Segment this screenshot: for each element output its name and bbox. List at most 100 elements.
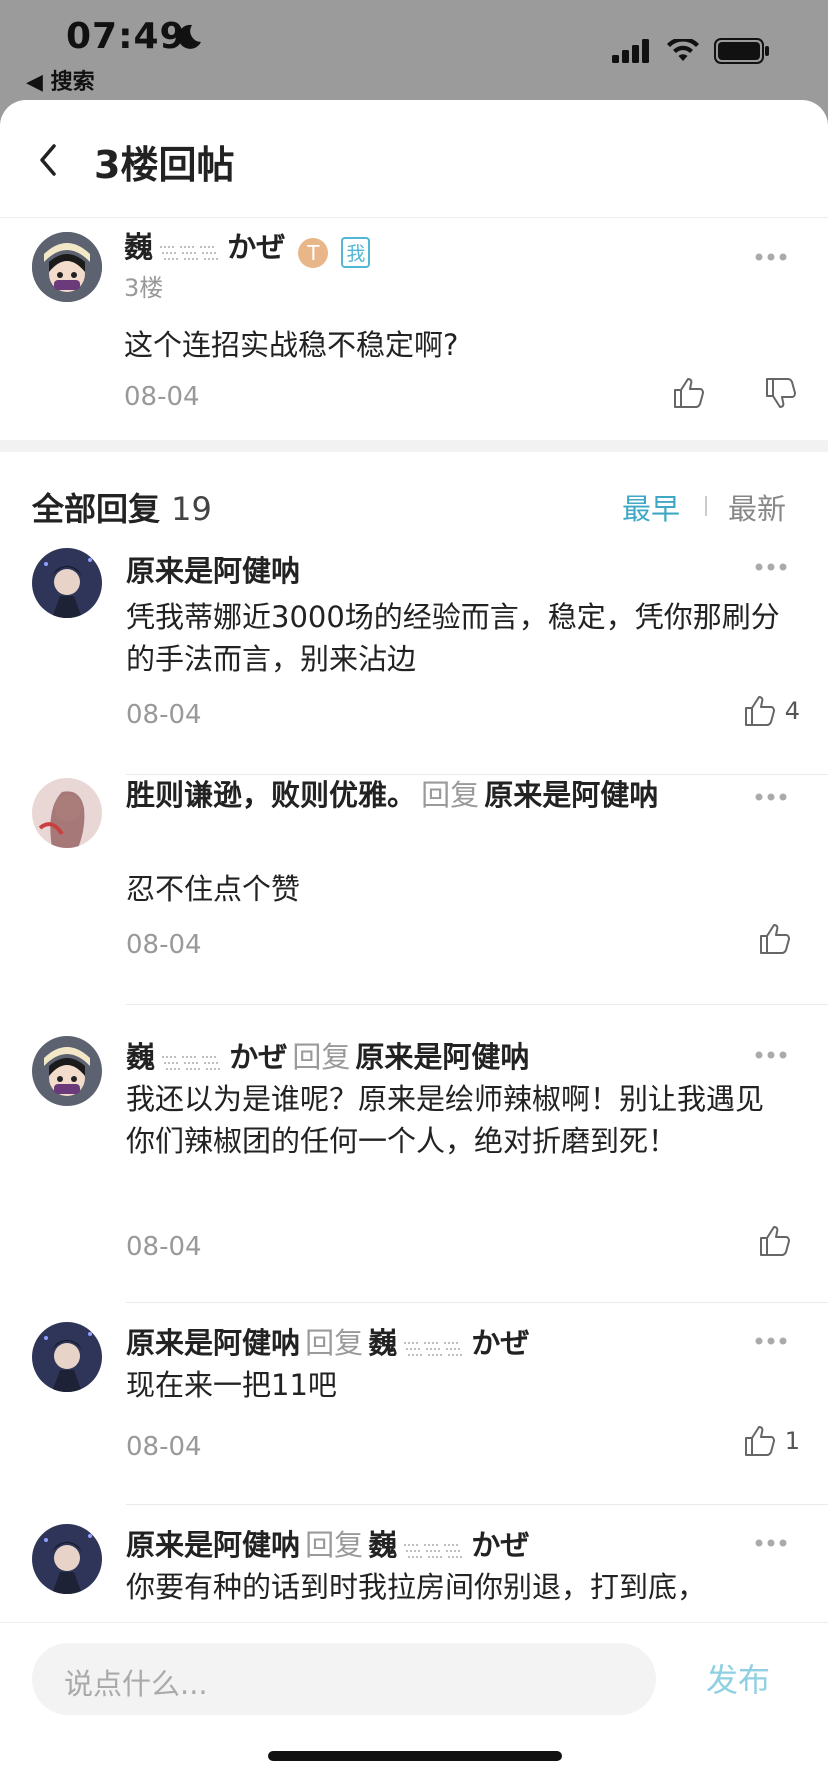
replies-count: 19 xyxy=(171,490,212,528)
post-date: 08-04 xyxy=(124,382,200,412)
reply-item: 原来是阿健呐 回复 巍 かぜ 现在来一把11吧 08-04 1 xyxy=(0,1304,828,1506)
more-options-icon[interactable] xyxy=(754,1050,788,1060)
reply-author-suffix[interactable]: かぜ xyxy=(229,1040,287,1074)
status-time: 07:49 xyxy=(66,16,186,57)
reply-date: 08-04 xyxy=(126,1432,202,1462)
avatar[interactable] xyxy=(32,548,102,618)
reply-divider xyxy=(126,1302,828,1303)
home-indicator[interactable] xyxy=(268,1751,562,1761)
reply-to-name[interactable]: 巍 xyxy=(368,1326,397,1360)
thread-sheet: 3楼回帖 巍 かぜ T 我 3楼 这个连招实战稳不稳定啊? 08-04 全部回复… xyxy=(0,100,828,1792)
thumbs-up-icon xyxy=(760,924,790,954)
reply-divider xyxy=(126,1004,828,1005)
reply-header: 原来是阿健呐 回复 巍 かぜ xyxy=(126,1320,786,1362)
reply-date: 08-04 xyxy=(126,1232,202,1262)
status-indicators xyxy=(612,38,770,64)
original-post: 巍 かぜ T 我 3楼 这个连招实战稳不稳定啊? 08-04 xyxy=(0,218,828,440)
avatar-image xyxy=(32,1322,102,1392)
avatar-image xyxy=(32,1524,102,1594)
reply-to-name[interactable]: 原来是阿健呐 xyxy=(355,1040,529,1074)
author-name[interactable]: 巍 xyxy=(124,230,153,264)
avatar[interactable] xyxy=(32,232,102,302)
author-name-suffix[interactable]: かぜ xyxy=(227,230,285,264)
reply-content: 你要有种的话到时我拉房间你别退，打到底， xyxy=(126,1570,707,1604)
reply-header: 巍 かぜ 回复 原来是阿健呐 xyxy=(126,1034,786,1076)
reply-author[interactable]: 原来是阿健呐 xyxy=(126,1326,300,1360)
replies-title-label: 全部回复 xyxy=(32,490,161,528)
decorative-glyph-icon xyxy=(162,1055,221,1070)
more-options-icon[interactable] xyxy=(754,1538,788,1548)
back-arrow-icon[interactable] xyxy=(34,140,62,180)
reply-content: 凭我蒂娜近3000场的经验而言，稳定，凭你那刷分的手法而言，别来沾边 xyxy=(126,600,780,676)
decorative-glyph-icon xyxy=(404,1543,463,1558)
reply-author[interactable]: 原来是阿健呐 xyxy=(126,1528,300,1562)
reply-date: 08-04 xyxy=(126,700,202,730)
sort-divider xyxy=(705,496,707,516)
avatar[interactable] xyxy=(32,1036,102,1106)
reply-to-label: 回复 xyxy=(305,1528,364,1562)
decorative-glyph-icon xyxy=(404,1341,463,1356)
avatar-image xyxy=(32,1036,102,1106)
reply-divider xyxy=(126,1504,828,1505)
post-content: 这个连招实战稳不稳定啊? xyxy=(124,328,459,362)
wifi-icon xyxy=(667,39,699,61)
comment-composer: 说点什么... 发布 xyxy=(0,1622,828,1792)
avatar-image xyxy=(32,232,102,302)
reply-author[interactable]: 巍 xyxy=(126,1040,155,1074)
reply-to-label: 回复 xyxy=(305,1326,364,1360)
like-button[interactable] xyxy=(758,922,800,956)
like-count: 1 xyxy=(784,1427,800,1455)
replies-header: 全部回复 19 最早 最新 xyxy=(0,452,828,544)
reply-content: 我还以为是谁呢？原来是绘师辣椒啊！别让我遇见你们辣椒团的任何一个人，绝对折磨到死… xyxy=(126,1082,765,1158)
avatar-image xyxy=(32,548,102,618)
thumbs-up-icon[interactable] xyxy=(672,376,706,410)
more-options-icon[interactable] xyxy=(754,1336,788,1346)
reply-header: 原来是阿健呐 回复 巍 かぜ xyxy=(126,1522,786,1564)
reply-to-name-suffix[interactable]: かぜ xyxy=(471,1528,529,1562)
section-separator xyxy=(0,440,828,452)
thumbs-down-icon[interactable] xyxy=(764,376,798,410)
nav-bar: 3楼回帖 xyxy=(0,100,828,218)
level-badge: T xyxy=(298,237,329,268)
sort-latest-tab[interactable]: 最新 xyxy=(728,486,786,528)
avatar[interactable] xyxy=(32,1524,102,1594)
reply-to-name-suffix[interactable]: かぜ xyxy=(471,1326,529,1360)
like-count: 4 xyxy=(784,697,800,725)
more-options-icon[interactable] xyxy=(754,252,788,262)
thumbs-up-icon xyxy=(744,1426,775,1456)
reply-header: 原来是阿健呐 xyxy=(126,548,806,590)
reply-content: 现在来一把11吧 xyxy=(126,1368,337,1402)
battery-icon xyxy=(714,38,769,64)
publish-button[interactable]: 发布 xyxy=(706,1655,770,1701)
status-bar: 07:49 ◀ 搜索 xyxy=(0,0,828,100)
like-button[interactable] xyxy=(758,1224,800,1258)
decorative-glyph-icon xyxy=(160,245,219,260)
page-title: 3楼回帖 xyxy=(94,143,235,187)
like-button[interactable]: 4 xyxy=(743,694,800,728)
reply-to-label: 回复 xyxy=(421,778,480,812)
reply-content: 忍不住点个赞 xyxy=(126,872,301,906)
reply-to-name[interactable]: 巍 xyxy=(368,1528,397,1562)
floor-label: 3楼 xyxy=(124,274,164,302)
reply-author[interactable]: 胜则谦逊，败则优雅。 xyxy=(126,778,416,812)
reply-item: 巍 かぜ 回复 原来是阿健呐 我还以为是谁呢？原来是绘师辣椒啊！别让我遇见你们辣… xyxy=(0,1018,828,1304)
comment-input[interactable]: 说点什么... xyxy=(32,1643,656,1715)
reply-item: 胜则谦逊，败则优雅。 回复 原来是阿健呐 忍不住点个赞 08-04 xyxy=(0,774,828,1018)
avatar-image xyxy=(32,778,102,848)
like-button[interactable]: 1 xyxy=(743,1424,800,1458)
back-to-search-link[interactable]: ◀ 搜索 xyxy=(26,64,95,96)
more-options-icon[interactable] xyxy=(754,792,788,802)
avatar[interactable] xyxy=(32,1322,102,1392)
reply-to-label: 回复 xyxy=(292,1040,351,1074)
more-options-icon[interactable] xyxy=(754,562,788,572)
signal-icon xyxy=(612,39,649,63)
thumbs-up-icon xyxy=(760,1226,790,1256)
reply-date: 08-04 xyxy=(126,930,202,960)
reply-author[interactable]: 原来是阿健呐 xyxy=(126,554,300,588)
reply-header: 胜则谦逊，败则优雅。 回复 原来是阿健呐 xyxy=(126,774,706,821)
moon-icon xyxy=(178,24,201,49)
sort-earliest-tab[interactable]: 最早 xyxy=(622,486,680,528)
reply-to-name[interactable]: 原来是阿健呐 xyxy=(484,778,658,812)
avatar[interactable] xyxy=(32,778,102,848)
reply-item: 原来是阿健呐 回复 巍 かぜ 你要有种的话到时我拉房间你别退，打到底， xyxy=(0,1506,828,1636)
